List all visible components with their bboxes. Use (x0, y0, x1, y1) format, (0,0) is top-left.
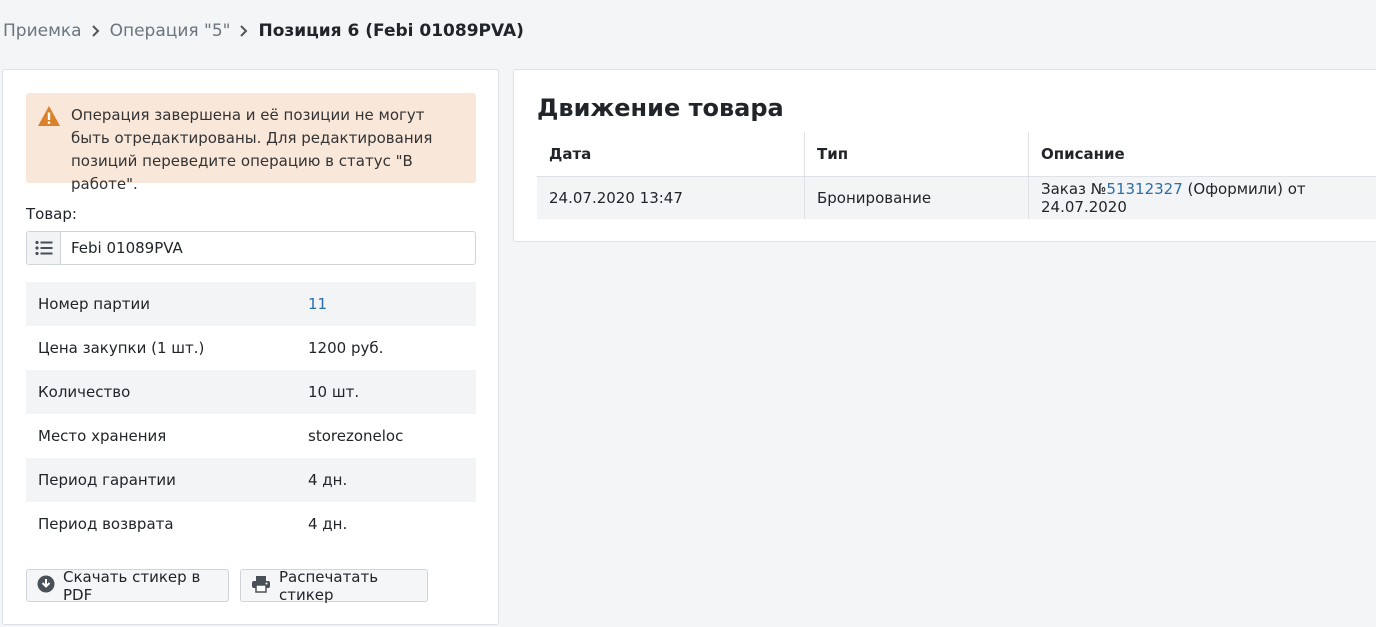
description-prefix: Заказ № (1041, 180, 1107, 198)
product-label: Товар: (26, 205, 77, 223)
print-sticker-label: Распечатать стикер (279, 567, 379, 604)
column-header-date: Дата (537, 132, 805, 177)
property-row: Цена закупки (1 шт.) 1200 руб. (26, 326, 476, 370)
property-row: Количество 10 шт. (26, 370, 476, 414)
download-pdf-label: Скачать стикер в PDF (63, 567, 201, 604)
position-details-card: Операция завершена и её позиции не могут… (2, 69, 499, 625)
printer-icon (251, 575, 279, 597)
property-row: Период возврата 4 дн. (26, 502, 476, 546)
cell-type: Бронирование (804, 176, 1029, 219)
property-row: Место хранения storezoneloc (26, 414, 476, 458)
movement-title: Движение товара (537, 94, 784, 122)
order-link[interactable]: 51312327 (1106, 180, 1182, 198)
breadcrumb-current: Позиция 6 (Febi 01089PVA) (258, 21, 524, 41)
product-value: Febi 01089PVA (71, 239, 183, 257)
download-pdf-sticker-button[interactable]: Скачать стикер в PDF (26, 567, 229, 604)
property-row: Номер партии 11 (26, 282, 476, 326)
property-name: Номер партии (38, 295, 151, 313)
breadcrumb: Приемка Операция "5" Позиция 6 (Febi 010… (3, 20, 524, 42)
print-sticker-button[interactable]: Распечатать стикер (240, 567, 428, 604)
property-value: storezoneloc (308, 427, 404, 445)
batch-number-link[interactable]: 11 (308, 295, 327, 313)
breadcrumb-link-operation[interactable]: Операция "5" (110, 21, 231, 41)
property-name: Количество (38, 383, 131, 401)
column-header-description: Описание (1028, 132, 1376, 177)
breadcrumb-link-priemka[interactable]: Приемка (3, 21, 82, 41)
chevron-right-icon (82, 21, 110, 41)
property-row: Период гарантии 4 дн. (26, 458, 476, 502)
download-icon (37, 575, 63, 597)
property-name: Цена закупки (1 шт.) (38, 339, 205, 357)
list-icon[interactable] (27, 232, 61, 264)
table-row: 24.07.2020 13:47 Бронирование Заказ №513… (537, 176, 1376, 219)
property-name: Период гарантии (38, 471, 176, 489)
property-name: Место хранения (38, 427, 167, 445)
property-value: 10 шт. (308, 383, 360, 401)
cell-description: Заказ №51312327 (Оформили) от 24.07.2020 (1028, 176, 1376, 219)
property-value: 4 дн. (308, 515, 348, 533)
warning-text: Операция завершена и её позиции не могут… (71, 106, 433, 193)
properties-list: Номер партии 11 Цена закупки (1 шт.) 120… (26, 282, 476, 546)
property-value: 4 дн. (308, 471, 348, 489)
movement-table: Дата Тип Описание 24.07.2020 13:47 Брони… (537, 132, 1376, 219)
warning-alert: Операция завершена и её позиции не могут… (26, 93, 476, 193)
product-field[interactable]: Febi 01089PVA (26, 231, 476, 265)
cell-date: 24.07.2020 13:47 (537, 176, 805, 219)
chevron-right-icon (230, 21, 258, 41)
warning-icon (37, 105, 61, 134)
column-header-type: Тип (804, 132, 1029, 177)
property-value: 1200 руб. (308, 339, 384, 357)
table-header-row: Дата Тип Описание (537, 132, 1376, 177)
movement-card: Движение товара Дата Тип Описание 24.07.… (513, 69, 1376, 242)
property-name: Период возврата (38, 515, 174, 533)
